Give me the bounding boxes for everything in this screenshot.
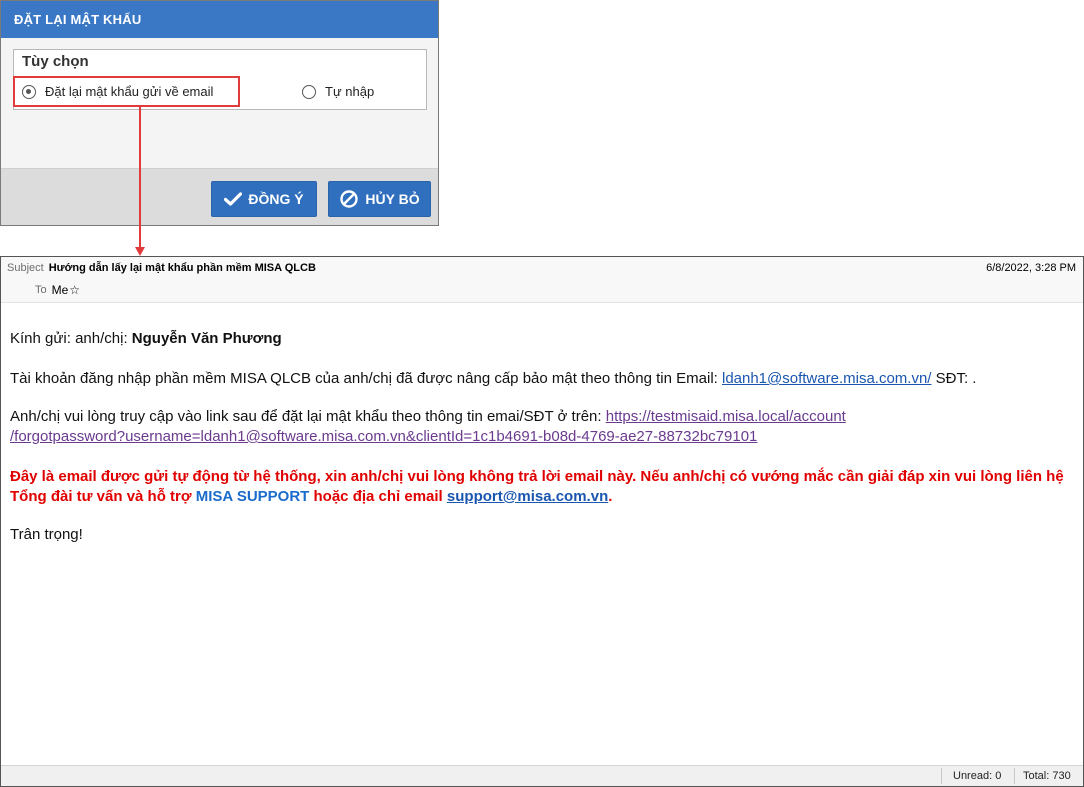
to-row: To Me ☆ (35, 283, 80, 297)
total-count: Total: 730 (1023, 770, 1071, 782)
checkmark-icon (224, 192, 243, 206)
highlight-box (13, 76, 240, 107)
to-label: To (35, 284, 47, 296)
account-text: Tài khoản đăng nhập phần mềm MISA QLCB c… (10, 370, 722, 387)
recipient-name: Nguyễn Văn Phương (131, 330, 282, 347)
reset-password-link-cont[interactable]: /forgotpassword?username=ldanh1@software… (10, 428, 757, 445)
closing: Trân trọng! (10, 526, 83, 543)
radio-manual-entry[interactable]: Tự nhập (302, 84, 374, 99)
unread-count: Unread: 0 (953, 770, 1002, 782)
dialog-footer: ĐỒNG Ý HỦY BỎ (1, 168, 438, 225)
cancel-button-label: HỦY BỎ (365, 191, 420, 207)
greeting: Kính gửi: anh/chị: Nguyễn Văn Phương (10, 329, 282, 349)
status-bar: Unread: 0 Total: 730 (1, 765, 1083, 786)
warning-end: . (608, 488, 613, 505)
star-icon[interactable]: ☆ (69, 283, 80, 297)
status-divider (1014, 768, 1015, 784)
confirm-button-label: ĐỒNG Ý (248, 191, 304, 207)
email-date: 6/8/2022, 3:28 PM (986, 262, 1076, 274)
support-name: MISA SUPPORT (195, 488, 310, 505)
radio-unchecked-icon[interactable] (302, 84, 316, 99)
auto-email-warning: Đây là email được gửi tự động từ hệ thốn… (10, 467, 1070, 507)
dialog-title: ĐẶT LẠI MẬT KHẨU (1, 1, 438, 38)
email-recipient[interactable]: Me (52, 283, 69, 297)
account-paragraph: Tài khoản đăng nhập phần mềm MISA QLCB c… (10, 369, 976, 389)
status-divider (941, 768, 942, 784)
radio-manual-entry-label: Tự nhập (325, 84, 375, 99)
support-email-link[interactable]: support@misa.com.vn (447, 488, 608, 505)
confirm-button[interactable]: ĐỒNG Ý (211, 181, 317, 217)
email-window: Subject Hướng dẫn lấy lại mật khẩu phần … (0, 256, 1084, 787)
options-group-title: Tùy chọn (22, 53, 89, 70)
account-email-link[interactable]: ldanh1@software.misa.com.vn/ (722, 370, 931, 387)
phone-text: SĐT: . (931, 370, 977, 387)
reset-link-paragraph: Anh/chị vui lòng truy cập vào link sau đ… (10, 407, 1070, 447)
prohibit-icon (340, 190, 359, 208)
warning-text2: hoặc địa chỉ email (309, 488, 447, 505)
greeting-prefix: Kính gửi: anh/chị: (10, 330, 132, 347)
subject-row: Subject Hướng dẫn lấy lại mật khẩu phần … (7, 262, 316, 274)
reset-password-link[interactable]: https://testmisaid.misa.local/account (606, 408, 846, 425)
email-header: Subject Hướng dẫn lấy lại mật khẩu phần … (1, 257, 1083, 303)
link-intro: Anh/chị vui lòng truy cập vào link sau đ… (10, 408, 606, 425)
email-subject: Hướng dẫn lấy lại mật khẩu phần mềm MISA… (48, 262, 316, 274)
subject-label: Subject (7, 262, 44, 274)
cancel-button[interactable]: HỦY BỎ (328, 181, 431, 217)
reset-password-dialog: ĐẶT LẠI MẬT KHẨU Tùy chọn Đặt lại mật kh… (0, 0, 439, 226)
